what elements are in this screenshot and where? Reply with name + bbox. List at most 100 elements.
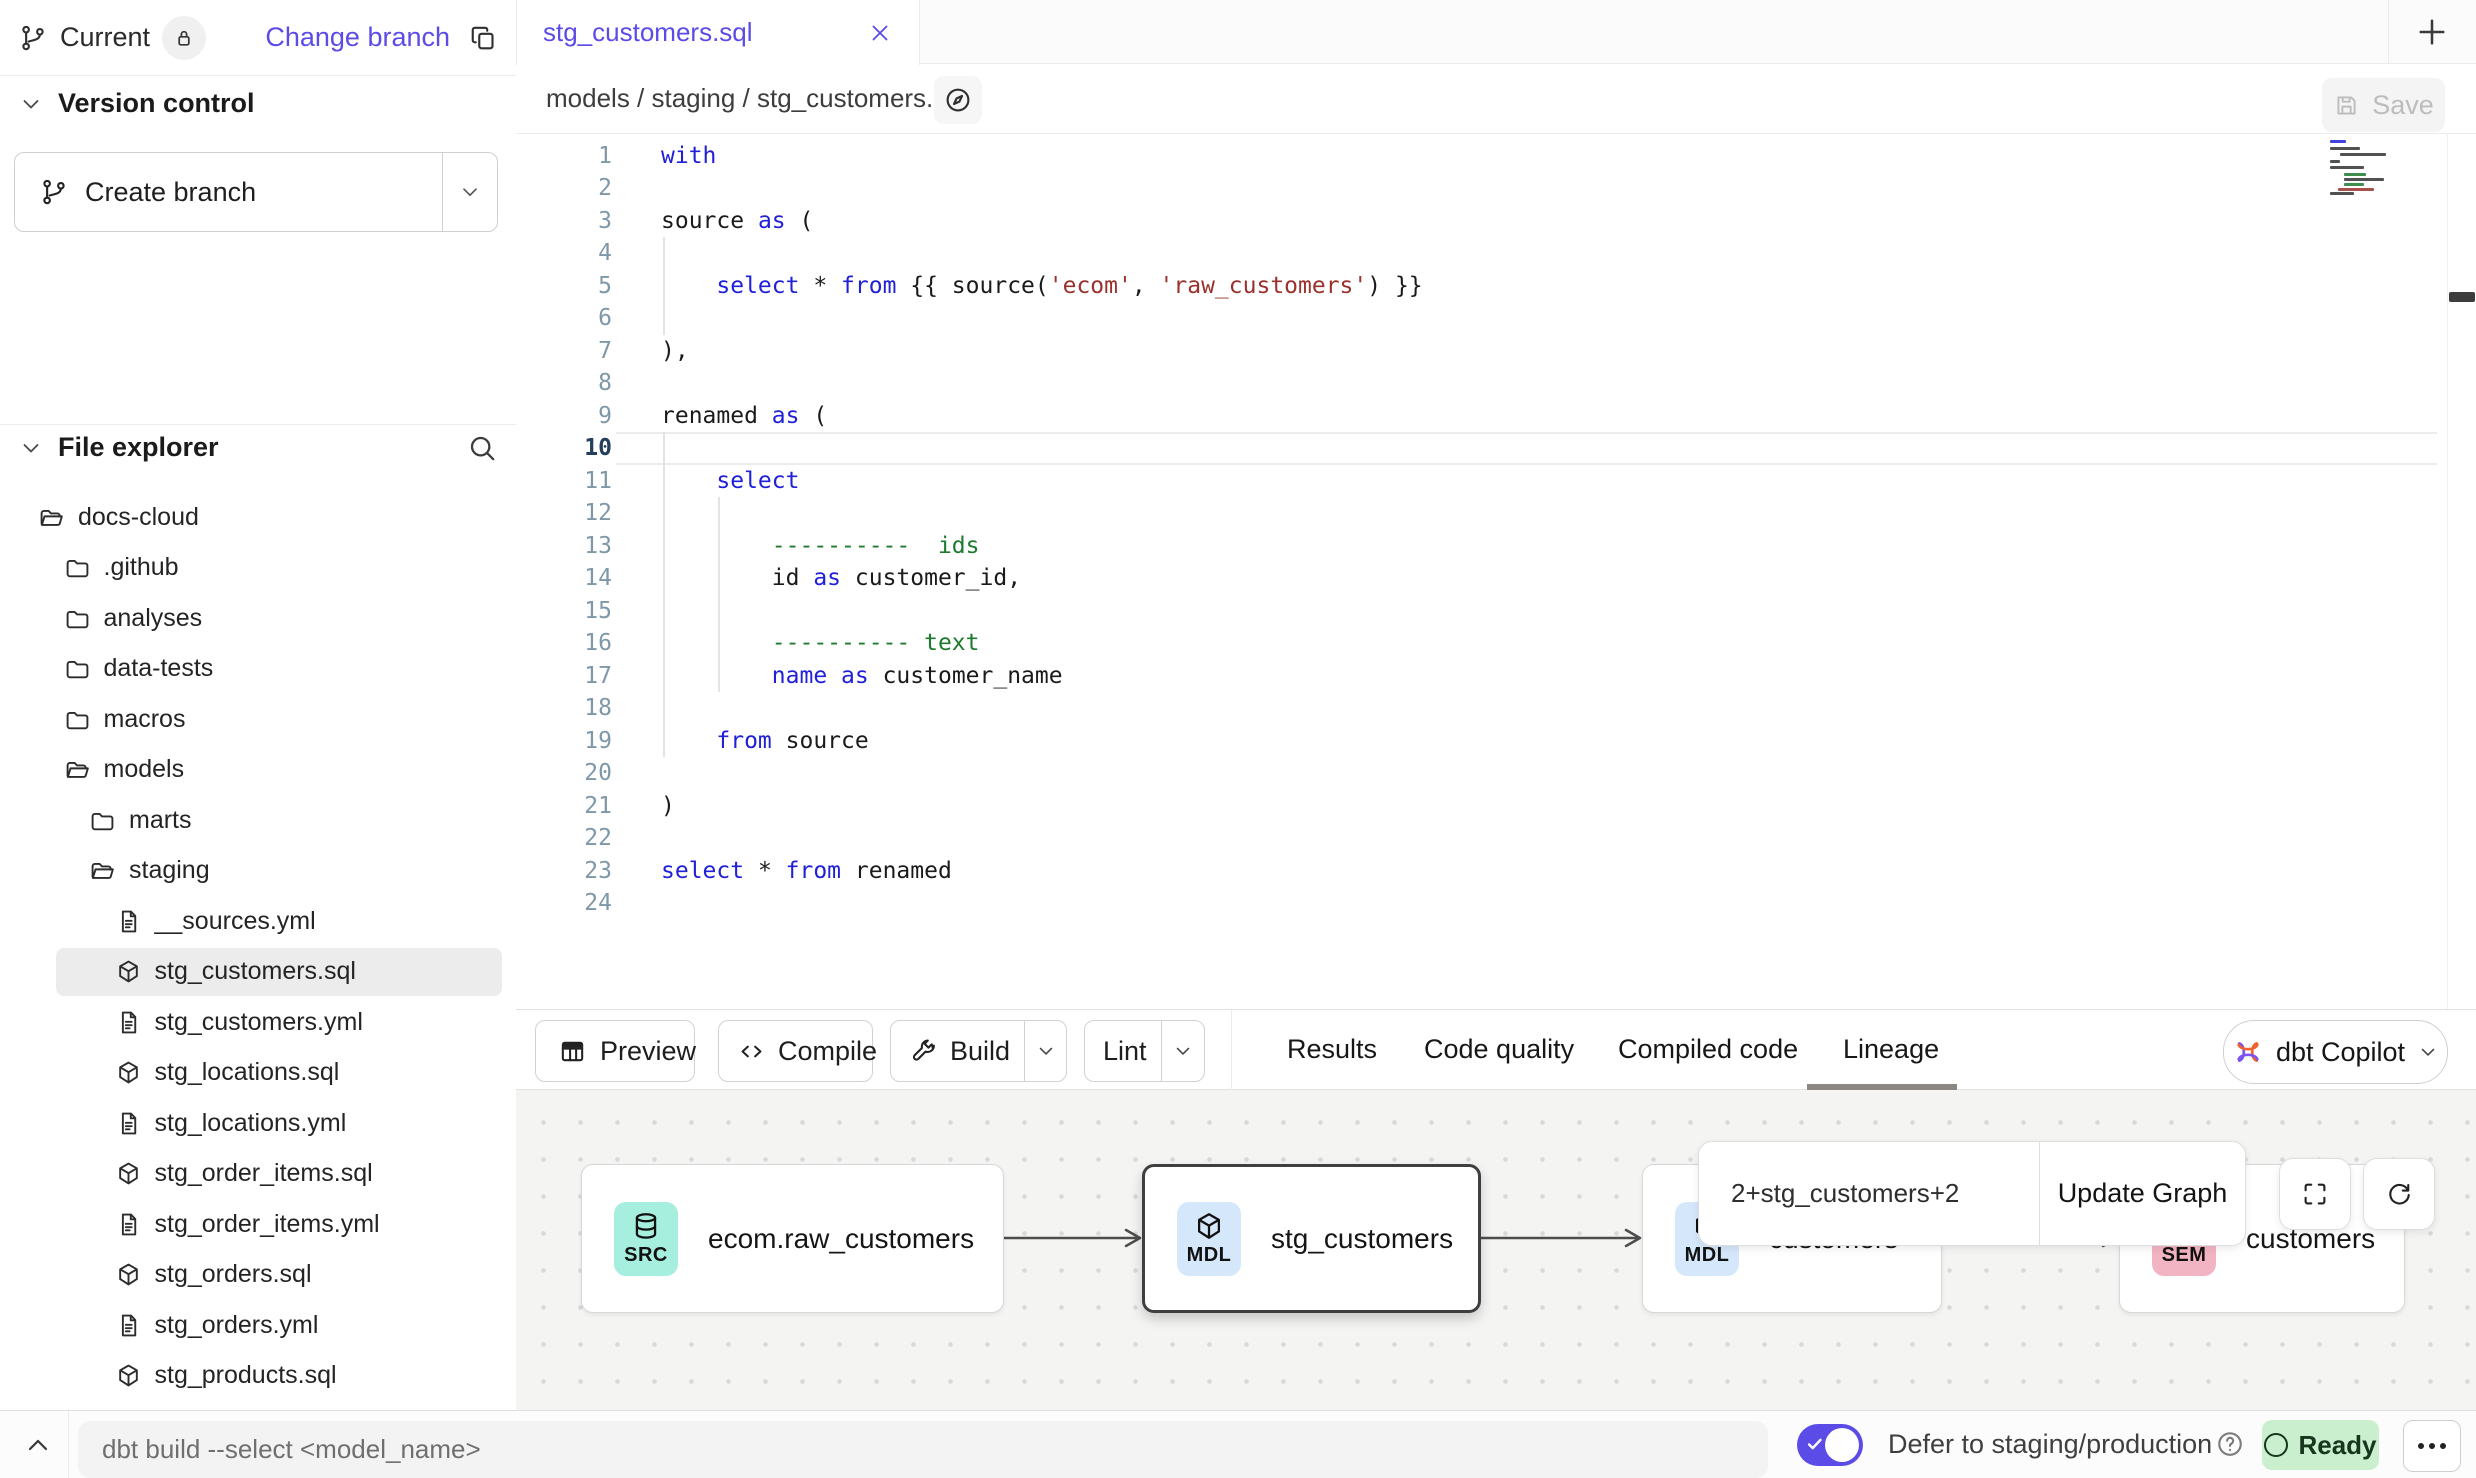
minimap[interactable] <box>2330 140 2410 202</box>
close-icon[interactable] <box>867 20 893 46</box>
tree-item-stg-locations-sql[interactable]: stg_locations.sql <box>0 1048 516 1099</box>
tree-item-label: __sources.yml <box>155 907 316 936</box>
tree-item-stg-products-sql[interactable]: stg_products.sql <box>0 1351 516 1402</box>
tree-item-stg-order-items-yml[interactable]: stg_order_items.yml <box>0 1199 516 1250</box>
ready-status-badge[interactable]: Ready <box>2262 1420 2379 1470</box>
file-icon <box>115 1110 142 1137</box>
folder-icon <box>64 554 91 581</box>
status-ring-icon <box>2264 1433 2288 1457</box>
compile-button[interactable]: Compile <box>718 1020 873 1082</box>
chevron-up-icon[interactable] <box>22 1429 54 1461</box>
tree-item-label: stg_orders.sql <box>155 1260 312 1289</box>
git-branch-icon <box>18 23 48 53</box>
code-line <box>661 887 1423 920</box>
folder-open-icon <box>38 504 65 531</box>
code-line: source as ( <box>661 205 1423 238</box>
dbt-cloud-ide: Current Change branch Version control Cr… <box>0 0 2476 1478</box>
copilot-compass-button[interactable] <box>934 76 982 124</box>
tab-stg-customers-sql[interactable]: stg_customers.sql <box>516 0 920 65</box>
tree-item-staging[interactable]: staging <box>0 846 516 897</box>
chevron-down-icon <box>2417 1041 2439 1063</box>
lineage-panel[interactable]: SRCecom.raw_customers MDL stg_customersMDL… <box>516 1090 2476 1410</box>
file-explorer-header[interactable]: File explorer <box>18 432 219 463</box>
update-graph-button[interactable]: Update Graph <box>2039 1142 2245 1245</box>
defer-label: Defer to staging/production <box>1888 1429 2212 1460</box>
model-icon <box>115 1362 142 1389</box>
tree-item--github[interactable]: .github <box>0 543 516 594</box>
line-number: 2 <box>516 172 612 205</box>
line-number: 5 <box>516 270 612 303</box>
tree-item-stg-orders-sql[interactable]: stg_orders.sql <box>0 1250 516 1301</box>
tree-item-label: stg_order_items.yml <box>155 1210 380 1239</box>
tab-lineage[interactable]: Lineage <box>1843 1034 1939 1065</box>
dbt-copilot-button[interactable]: dbt Copilot <box>2223 1020 2448 1084</box>
tree-item-models[interactable]: models <box>0 745 516 796</box>
tree-item-analyses[interactable]: analyses <box>0 593 516 644</box>
tree-item-stg-locations-yml[interactable]: stg_locations.yml <box>0 1098 516 1149</box>
build-button[interactable]: Build <box>890 1020 1067 1082</box>
lineage-selector-input[interactable]: 2+stg_customers+2 <box>1699 1142 2039 1245</box>
code-editor[interactable]: 123456789101112131415161718192021222324 … <box>516 134 2476 1009</box>
tab-code-quality[interactable]: Code quality <box>1424 1034 1574 1065</box>
current-branch-label: Current <box>60 22 150 53</box>
file-icon <box>115 1211 142 1238</box>
code-line <box>661 822 1423 855</box>
tree-item-stg-customers-sql[interactable]: stg_customers.sql <box>0 947 516 998</box>
graph-controls: 2+stg_customers+2 Update Graph <box>1698 1141 2246 1246</box>
lint-dropdown[interactable] <box>1162 1021 1204 1081</box>
compile-label: Compile <box>778 1036 877 1067</box>
line-number: 19 <box>516 725 612 758</box>
code-line <box>661 595 1423 628</box>
tree-item-label: data-tests <box>104 654 214 683</box>
editor-scroll-gutter <box>2447 134 2448 1009</box>
scrollbar-thumb[interactable] <box>2449 292 2475 302</box>
new-tab-button[interactable] <box>2414 14 2450 50</box>
node-type-tile: MDL <box>1177 1202 1241 1276</box>
line-number: 8 <box>516 367 612 400</box>
tree-item-marts[interactable]: marts <box>0 795 516 846</box>
tree-item-stg-customers-yml[interactable]: stg_customers.yml <box>0 997 516 1048</box>
command-input[interactable]: dbt build --select <model_name> <box>78 1421 1768 1478</box>
version-control-header[interactable]: Version control <box>18 88 255 119</box>
chevron-down-icon <box>18 91 44 117</box>
code-line: from source <box>661 725 1423 758</box>
branch-lock-badge <box>162 16 206 60</box>
breadcrumb: models / staging / stg_customers.sql <box>546 83 967 114</box>
copy-icon[interactable] <box>468 23 498 53</box>
model-icon <box>115 1160 142 1187</box>
build-dropdown[interactable] <box>1025 1021 1066 1081</box>
fullscreen-button[interactable] <box>2279 1158 2351 1230</box>
line-number: 11 <box>516 465 612 498</box>
tree-item-macros[interactable]: macros <box>0 694 516 745</box>
create-branch-dropdown[interactable] <box>442 153 497 231</box>
preview-button[interactable]: Preview <box>535 1020 695 1082</box>
refresh-button[interactable] <box>2363 1158 2435 1230</box>
more-options-button[interactable] <box>2403 1420 2461 1472</box>
tree-item-stg-orders-yml[interactable]: stg_orders.yml <box>0 1300 516 1351</box>
help-icon[interactable] <box>2215 1429 2245 1459</box>
save-button[interactable]: Save <box>2322 78 2445 132</box>
tree-item-stg-order-items-sql[interactable]: stg_order_items.sql <box>0 1149 516 1200</box>
tree-item--sources-yml[interactable]: __sources.yml <box>0 896 516 947</box>
code-content[interactable]: with source as ( select * from {{ source… <box>661 140 1423 920</box>
create-branch-button[interactable]: Create branch <box>14 152 498 232</box>
search-icon[interactable] <box>466 432 498 464</box>
change-branch-link[interactable]: Change branch <box>265 22 450 53</box>
tab-compiled-code[interactable]: Compiled code <box>1618 1034 1798 1065</box>
line-number: 10 <box>516 432 612 465</box>
lineage-node-ecom-raw-customers[interactable]: SRCecom.raw_customers <box>581 1164 1004 1313</box>
create-branch-main[interactable]: Create branch <box>15 153 442 231</box>
tree-item-data-tests[interactable]: data-tests <box>0 644 516 695</box>
node-title: stg_customers <box>1271 1223 1453 1255</box>
save-label: Save <box>2372 90 2434 121</box>
defer-toggle[interactable] <box>1797 1424 1863 1466</box>
tree-item-label: staging <box>129 856 210 885</box>
lint-button[interactable]: Lint <box>1084 1020 1205 1082</box>
branch-bar: Current Change branch <box>0 0 516 76</box>
tab-results[interactable]: Results <box>1287 1034 1377 1065</box>
code-line: renamed as ( <box>661 400 1423 433</box>
lineage-node-stg-customers[interactable]: MDL stg_customers <box>1142 1164 1481 1313</box>
line-number: 22 <box>516 822 612 855</box>
tree-item-docs-cloud[interactable]: docs-cloud <box>0 492 516 543</box>
line-number: 1 <box>516 140 612 173</box>
